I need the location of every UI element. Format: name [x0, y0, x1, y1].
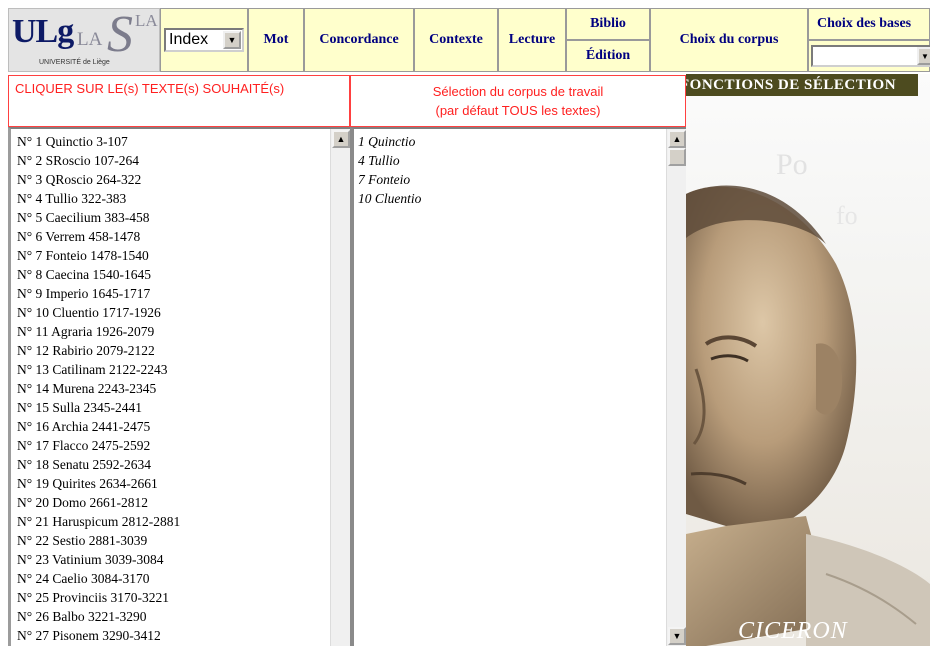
index-select-value: Index: [169, 31, 209, 48]
text-list-item[interactable]: N° 13 Catilinam 2122-2243: [17, 360, 328, 379]
svg-text:Po: Po: [776, 154, 808, 181]
text-list-item[interactable]: N° 23 Vatinium 3039-3084: [17, 550, 328, 569]
cicero-portrait-panel: FONCTIONS DE SÉLECTION Po fo CICERON: [686, 74, 930, 646]
text-list-item[interactable]: N° 25 Provinciis 3170-3221: [17, 588, 328, 607]
menu-choix-du-corpus[interactable]: Choix du corpus: [650, 8, 808, 72]
selected-corpus-list[interactable]: 1 Quinctio 4 Tullio 7 Fonteio 10 Cluentio ▲…: [350, 127, 686, 646]
chevron-down-icon[interactable]: ▼: [917, 47, 930, 65]
svg-text:fo: fo: [836, 201, 858, 230]
index-select[interactable]: Index ▼: [164, 28, 244, 52]
text-list-item[interactable]: N° 12 Rabirio 2079-2122: [17, 341, 328, 360]
menu-biblio[interactable]: Biblio: [566, 8, 650, 40]
text-list-item[interactable]: N° 5 Caecilium 383-458: [17, 208, 328, 227]
menu-edition[interactable]: Édition: [566, 40, 650, 72]
selected-corpus-item[interactable]: 10 Cluentio: [358, 189, 664, 208]
menu-choix-des-bases[interactable]: Choix des bases: [808, 8, 930, 40]
text-list-item[interactable]: N° 1 Quinctio 3-107: [17, 132, 328, 151]
cicero-bust-image: Po fo: [686, 154, 930, 646]
text-list-item[interactable]: N° 10 Cluentio 1717-1926: [17, 303, 328, 322]
text-list-items: N° 1 Quinctio 3-107 N° 2 SRoscio 107-264 N…: [17, 132, 328, 645]
bases-select-cell: ▼: [808, 40, 930, 72]
bases-select[interactable]: ▼: [811, 45, 930, 67]
text-list-item[interactable]: N° 9 Imperio 1645-1717: [17, 284, 328, 303]
right-header-line2: (par défaut TOUS les textes): [435, 103, 601, 118]
arrow-down-icon[interactable]: ▼: [668, 627, 686, 645]
text-list-item[interactable]: N° 14 Murena 2243-2345: [17, 379, 328, 398]
text-list-item[interactable]: N° 4 Tullio 322-383: [17, 189, 328, 208]
text-list-item[interactable]: N° 3 QRoscio 264-322: [17, 170, 328, 189]
logo-la-text: LA: [77, 29, 103, 50]
arrow-up-icon[interactable]: ▲: [332, 130, 350, 148]
right-panel-header: Sélection du corpus de travail (par défa…: [350, 75, 686, 127]
text-list-item[interactable]: N° 15 Sulla 2345-2441: [17, 398, 328, 417]
selected-corpus-item[interactable]: 1 Quinctio: [358, 132, 664, 151]
ulg-lasla-logo[interactable]: ULg LA S LA UNIVERSITÉ de Liège: [8, 8, 160, 72]
text-list-item[interactable]: N° 19 Quirites 2634-2661: [17, 474, 328, 493]
text-list-item[interactable]: N° 16 Archia 2441-2475: [17, 417, 328, 436]
text-list-item[interactable]: N° 18 Senatu 2592-2634: [17, 455, 328, 474]
text-list-item[interactable]: N° 8 Caecina 1540-1645: [17, 265, 328, 284]
text-list-item[interactable]: N° 27 Pisonem 3290-3412: [17, 626, 328, 645]
selected-corpus-item[interactable]: 4 Tullio: [358, 151, 664, 170]
text-list-item[interactable]: N° 26 Balbo 3221-3290: [17, 607, 328, 626]
text-list[interactable]: N° 1 Quinctio 3-107 N° 2 SRoscio 107-264 N…: [8, 127, 350, 646]
right-header-line1: Sélection du corpus de travail: [432, 84, 604, 99]
left-panel-header: CLIQUER SUR LE(s) TEXTE(s) SOUHAITÉ(s): [8, 75, 350, 127]
logo-ulg-text: ULg: [12, 13, 74, 50]
selected-corpus-item[interactable]: 7 Fonteio: [358, 170, 664, 189]
logo-university-text: UNIVERSITÉ de Liège: [39, 59, 110, 66]
text-list-item[interactable]: N° 24 Caelio 3084-3170: [17, 569, 328, 588]
selected-corpus-scrollbar[interactable]: ▲ ▼: [666, 129, 686, 646]
menu-lecture[interactable]: Lecture: [498, 8, 566, 72]
arrow-up-icon[interactable]: ▲: [668, 130, 686, 148]
menu-contexte[interactable]: Contexte: [414, 8, 498, 72]
text-list-item[interactable]: N° 11 Agraria 1926-2079: [17, 322, 328, 341]
selected-corpus-items: 1 Quinctio 4 Tullio 7 Fonteio 10 Cluentio: [358, 132, 664, 208]
text-list-item[interactable]: N° 17 Flacco 2475-2592: [17, 436, 328, 455]
bust-caption: CICERON: [738, 618, 848, 644]
scroll-thumb[interactable]: [668, 148, 686, 166]
text-list-item[interactable]: N° 21 Haruspicum 2812-2881: [17, 512, 328, 531]
menu-concordance[interactable]: Concordance: [304, 8, 414, 72]
text-list-item[interactable]: N° 7 Fonteio 1478-1540: [17, 246, 328, 265]
text-list-item[interactable]: N° 22 Sestio 2881-3039: [17, 531, 328, 550]
text-list-item[interactable]: N° 2 SRoscio 107-264: [17, 151, 328, 170]
text-list-scrollbar[interactable]: ▲: [330, 129, 350, 646]
text-list-item[interactable]: N° 6 Verrem 458-1478: [17, 227, 328, 246]
text-list-item[interactable]: N° 20 Domo 2661-2812: [17, 493, 328, 512]
logo-s-text: S: [107, 8, 133, 63]
logo-la2-text: LA: [135, 11, 158, 30]
index-cell: Index ▼: [160, 8, 248, 72]
menu-mot[interactable]: Mot: [248, 8, 304, 72]
fonctions-de-selection-banner: FONCTIONS DE SÉLECTION: [686, 74, 918, 96]
chevron-down-icon[interactable]: ▼: [223, 31, 241, 49]
top-menu-bar: ULg LA S LA UNIVERSITÉ de Liège Index ▼ …: [0, 0, 930, 74]
